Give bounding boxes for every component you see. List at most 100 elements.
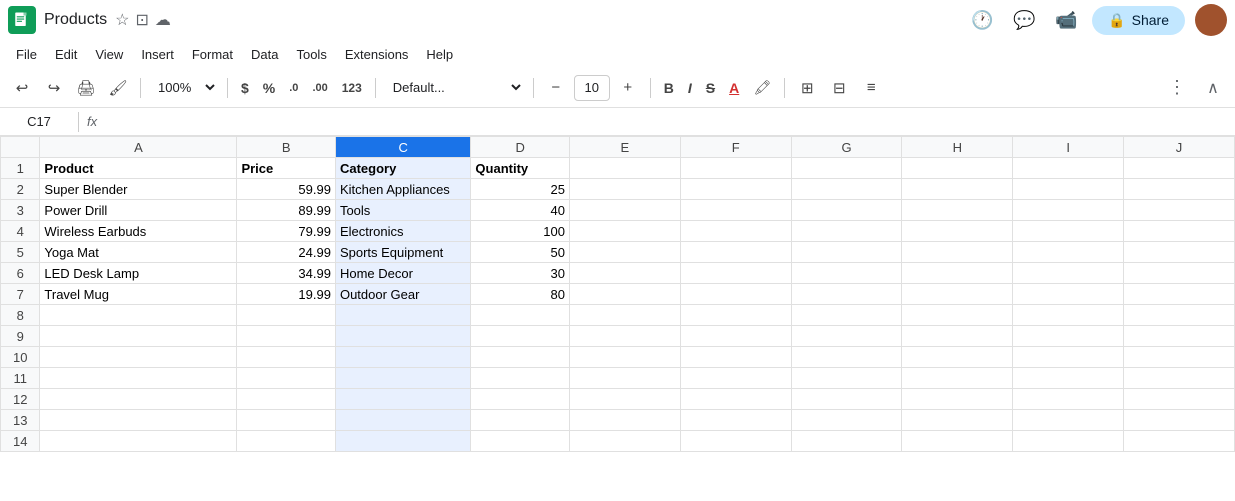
more-options-button[interactable]: ⋮ [1163, 74, 1191, 102]
cell[interactable] [1124, 431, 1235, 452]
share-button[interactable]: 🔒 Share [1092, 6, 1185, 35]
menu-view[interactable]: View [87, 44, 131, 65]
cell[interactable] [1013, 326, 1124, 347]
menu-insert[interactable]: Insert [133, 44, 182, 65]
collapse-toolbar-button[interactable]: ∧ [1199, 74, 1227, 102]
cell[interactable] [680, 221, 791, 242]
cell[interactable] [1124, 347, 1235, 368]
col-header-j[interactable]: J [1124, 137, 1235, 158]
cell[interactable] [569, 347, 680, 368]
cell[interactable] [902, 389, 1013, 410]
move-icon[interactable]: ⊡ [135, 10, 148, 30]
cell[interactable] [1013, 158, 1124, 179]
cell[interactable]: Yoga Mat [40, 242, 237, 263]
cell[interactable] [471, 431, 570, 452]
user-avatar[interactable] [1195, 4, 1227, 36]
cell[interactable] [569, 200, 680, 221]
cell[interactable]: Super Blender [40, 179, 237, 200]
history-icon[interactable]: 🕐 [966, 4, 998, 36]
cell[interactable] [791, 326, 902, 347]
cell[interactable] [1124, 284, 1235, 305]
cell[interactable]: 19.99 [237, 284, 336, 305]
cell[interactable] [902, 410, 1013, 431]
cell[interactable] [1124, 158, 1235, 179]
cell[interactable]: Travel Mug [40, 284, 237, 305]
cloud-icon[interactable]: ☁ [155, 10, 171, 30]
cell[interactable] [680, 242, 791, 263]
cell[interactable]: Product [40, 158, 237, 179]
cell[interactable] [791, 242, 902, 263]
italic-button[interactable]: I [683, 74, 697, 102]
menu-help[interactable]: Help [418, 44, 461, 65]
cell[interactable] [569, 221, 680, 242]
cell[interactable]: 40 [471, 200, 570, 221]
cell[interactable] [791, 179, 902, 200]
cell[interactable]: Price [237, 158, 336, 179]
cell[interactable] [40, 410, 237, 431]
cell[interactable]: 80 [471, 284, 570, 305]
cell[interactable] [569, 284, 680, 305]
cell[interactable] [680, 305, 791, 326]
meet-icon[interactable]: 📹 [1050, 4, 1082, 36]
cell[interactable] [1013, 431, 1124, 452]
borders-button[interactable]: ⊞ [793, 74, 821, 102]
merge-button[interactable]: ⊟ [825, 74, 853, 102]
cell[interactable]: Sports Equipment [335, 242, 470, 263]
cell[interactable] [902, 326, 1013, 347]
cell[interactable]: Wireless Earbuds [40, 221, 237, 242]
cell[interactable] [791, 410, 902, 431]
cell[interactable] [680, 368, 791, 389]
cell[interactable] [1124, 410, 1235, 431]
cell[interactable]: Home Decor [335, 263, 470, 284]
menu-format[interactable]: Format [184, 44, 241, 65]
cell[interactable] [902, 242, 1013, 263]
text-color-button[interactable]: A [724, 74, 744, 102]
cell[interactable]: 34.99 [237, 263, 336, 284]
font-size-decrease-button[interactable]: − [542, 74, 570, 102]
cell[interactable] [902, 431, 1013, 452]
cell[interactable] [1124, 305, 1235, 326]
app-icon[interactable] [8, 6, 36, 34]
cell[interactable] [1013, 221, 1124, 242]
cell[interactable] [1013, 242, 1124, 263]
menu-tools[interactable]: Tools [288, 44, 334, 65]
cell[interactable] [569, 326, 680, 347]
cell[interactable]: Tools [335, 200, 470, 221]
cell[interactable] [1124, 221, 1235, 242]
cell[interactable] [1124, 326, 1235, 347]
col-header-i[interactable]: I [1013, 137, 1124, 158]
cell[interactable] [569, 263, 680, 284]
cell[interactable] [237, 305, 336, 326]
font-name-select[interactable]: Default... Arial Times New Roman [384, 76, 525, 99]
cell[interactable] [40, 431, 237, 452]
cell[interactable] [902, 221, 1013, 242]
cell[interactable]: 25 [471, 179, 570, 200]
cell[interactable] [791, 431, 902, 452]
cell[interactable] [569, 410, 680, 431]
cell[interactable] [569, 158, 680, 179]
col-header-e[interactable]: E [569, 137, 680, 158]
print-button[interactable]: 🖨 [72, 74, 100, 102]
cell[interactable] [40, 305, 237, 326]
undo-button[interactable]: ↩ [8, 74, 36, 102]
cell[interactable] [791, 389, 902, 410]
cell[interactable] [237, 326, 336, 347]
cell[interactable] [791, 347, 902, 368]
cell[interactable]: Quantity [471, 158, 570, 179]
cell[interactable] [335, 326, 470, 347]
currency-button[interactable]: $ [236, 74, 254, 102]
cell[interactable] [680, 179, 791, 200]
paint-format-button[interactable]: 🖌 [104, 74, 132, 102]
col-header-d[interactable]: D [471, 137, 570, 158]
cell[interactable] [471, 389, 570, 410]
spreadsheet-scroll[interactable]: A B C D E F G H I J 1ProductPriceCategor… [0, 136, 1235, 501]
cell[interactable] [902, 200, 1013, 221]
menu-edit[interactable]: Edit [47, 44, 85, 65]
cell[interactable] [1013, 389, 1124, 410]
cell[interactable] [335, 389, 470, 410]
cell[interactable] [471, 347, 570, 368]
cell[interactable] [237, 389, 336, 410]
cell[interactable] [791, 368, 902, 389]
col-header-g[interactable]: G [791, 137, 902, 158]
strikethrough-button[interactable]: S [701, 74, 720, 102]
